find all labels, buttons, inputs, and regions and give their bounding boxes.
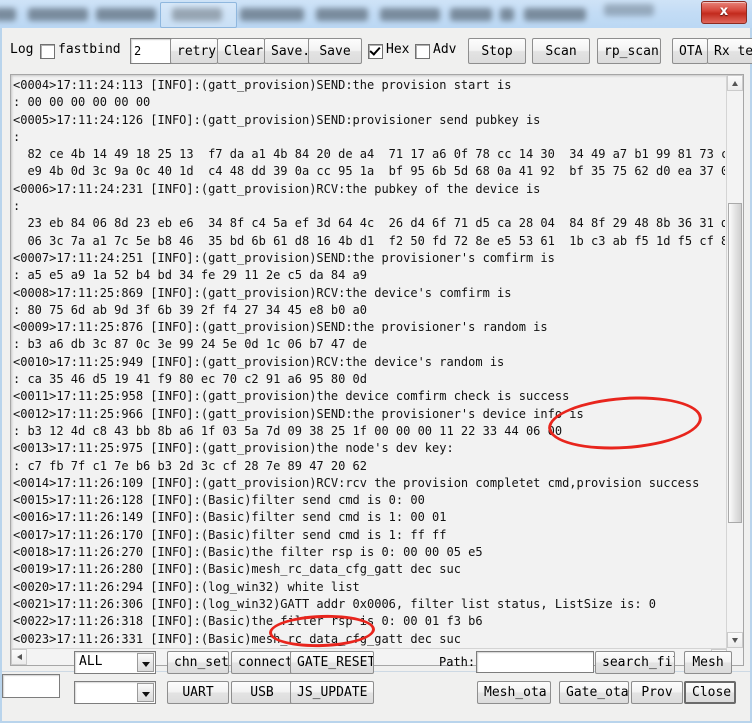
log-line: : [13, 129, 21, 144]
log-line: <0011>17:11:25:958 [INFO]:(gatt_provisio… [13, 389, 570, 404]
prov-button[interactable]: Prov [631, 681, 683, 704]
log-text: <0004>17:11:24:113 [INFO]:(gatt_provisio… [13, 77, 725, 647]
js-update-button[interactable]: JS_UPDATE [290, 681, 374, 704]
log-line: : ca 35 46 d5 19 41 f9 80 ec 70 c2 91 a6… [13, 372, 368, 387]
search-file-button[interactable]: search_file [595, 651, 675, 674]
chevron-down-icon-2[interactable] [137, 683, 154, 702]
log-label: Log [10, 42, 34, 57]
log-line: : b3 12 4d c8 43 bb 8b a6 1f 03 5a 7d 09… [13, 423, 563, 438]
log-line: : b3 a6 db 3c 87 0c 3e 99 24 5e 0d 1c 06… [13, 337, 368, 352]
window-close-icon[interactable]: x [701, 1, 747, 24]
save-button[interactable]: Save [308, 38, 362, 64]
adv-label: Adv [433, 42, 457, 57]
log-line: <0017>17:11:26:170 [INFO]:(Basic)filter … [13, 527, 447, 542]
log-line: <0016>17:11:26:149 [INFO]:(Basic)filter … [13, 510, 447, 525]
usb-button[interactable]: USB [231, 681, 293, 704]
title-text-redacted-8 [500, 8, 514, 21]
title-text-redacted-1 [28, 8, 88, 21]
log-line: : 00 00 00 00 00 00 [13, 95, 151, 110]
log-line: <0005>17:11:24:126 [INFO]:(gatt_provisio… [13, 112, 541, 127]
connect-button[interactable]: connect [231, 651, 293, 674]
log-line: <0015>17:11:26:128 [INFO]:(Basic)filter … [13, 493, 425, 508]
log-line: 23 eb 84 06 8d 23 eb e6 34 8f c4 5a ef 3… [13, 216, 725, 231]
ota-button[interactable]: OTA [672, 38, 708, 64]
log-line: <0019>17:11:26:280 [INFO]:(Basic)mesh_rc… [13, 562, 461, 577]
title-text-redacted-2 [96, 8, 156, 21]
log-line: e9 4b 0d 3c 9a 0c 40 1d c4 48 dd 39 0a c… [13, 164, 725, 179]
log-line: : c7 fb 7f c1 7e b6 b3 2d 3c cf 28 7e 89… [13, 458, 368, 473]
title-text-redacted-6 [380, 8, 440, 21]
chevron-down-icon[interactable] [137, 653, 154, 672]
log-line: <0004>17:11:24:113 [INFO]:(gatt_provisio… [13, 78, 512, 92]
scroll-up-icon[interactable] [727, 75, 743, 91]
device-select[interactable] [74, 681, 156, 704]
fastbind-checkbox[interactable] [40, 44, 55, 59]
command-input[interactable] [2, 674, 60, 698]
scan-button[interactable]: Scan [532, 38, 590, 64]
mode-select-value: ALL [79, 654, 103, 669]
rp-scan-button[interactable]: rp_scan [597, 38, 661, 64]
uart-button[interactable]: UART [167, 681, 229, 704]
log-output-panel[interactable]: <0004>17:11:24:113 [INFO]:(gatt_provisio… [10, 74, 744, 666]
title-bar: x [0, 0, 752, 29]
mesh-button[interactable]: Mesh [684, 651, 732, 674]
adv-checkbox[interactable] [415, 44, 430, 59]
log-line: 82 ce 4b 14 49 18 25 13 f7 da a1 4b 84 2… [13, 147, 725, 162]
log-line: <0022>17:11:26:318 [INFO]:(Basic)the fil… [13, 614, 483, 629]
close-button[interactable]: Close [684, 681, 736, 704]
log-line: <0014>17:11:26:109 [INFO]:(gatt_provisio… [13, 475, 700, 490]
rx-test-button[interactable]: Rx test [707, 38, 752, 64]
path-input[interactable] [476, 651, 594, 673]
title-text-redacted-4 [240, 8, 304, 21]
title-text-redacted-10 [604, 4, 654, 16]
fastbind-label: fastbind [58, 42, 121, 57]
log-line: <0012>17:11:25:966 [INFO]:(gatt_provisio… [13, 406, 584, 421]
toolbar: Log fastbind retry Clear Save... Save He… [2, 36, 752, 68]
log-line: 06 3c 7a a1 7c 5e b8 46 35 bd 6b 61 d8 1… [13, 233, 725, 248]
log-line: <0007>17:11:24:251 [INFO]:(gatt_provisio… [13, 250, 555, 265]
gate-reset-button[interactable]: GATE_RESET [290, 651, 374, 674]
clear-button[interactable]: Clear [217, 38, 265, 64]
mesh-ota-button[interactable]: Mesh_ota [477, 681, 551, 704]
log-line: <0013>17:11:25:975 [INFO]:(gatt_provisio… [13, 441, 454, 456]
log-line: : [13, 199, 21, 214]
stop-button[interactable]: Stop [468, 38, 526, 64]
hex-label: Hex [386, 42, 410, 57]
title-text-redacted-5 [316, 8, 368, 21]
title-text-redacted-0 [0, 8, 16, 21]
hex-checkbox[interactable] [368, 44, 383, 59]
title-text-redacted-9 [524, 8, 586, 21]
log-line: <0021>17:11:26:306 [INFO]:(log_win32)GAT… [13, 596, 656, 611]
mode-select[interactable]: ALL [74, 651, 156, 674]
log-vertical-scrollbar[interactable] [726, 75, 743, 665]
client-area: Log fastbind retry Clear Save... Save He… [0, 28, 752, 723]
title-selection-box [160, 2, 237, 28]
application-window: x Log fastbind retry Clear Save... Save … [0, 0, 752, 723]
path-label: Path: [439, 655, 476, 669]
log-line: : a5 e5 a9 1a 52 b4 bd 34 fe 29 11 2e c5… [13, 268, 368, 283]
log-line: <0020>17:11:26:294 [INFO]:(log_win32) wh… [13, 579, 360, 594]
chn-set-button[interactable]: chn_set [167, 651, 229, 674]
log-line: : 80 75 6d ab 9d 3f 6b 39 2f f4 27 34 45… [13, 302, 368, 317]
log-line: <0018>17:11:26:270 [INFO]:(Basic)the fil… [13, 545, 483, 560]
gate-ota-button[interactable]: Gate_ota [559, 681, 629, 704]
retry-button[interactable]: retry [170, 38, 218, 64]
log-line: <0008>17:11:25:869 [INFO]:(gatt_provisio… [13, 285, 512, 300]
log-line: <0009>17:11:25:876 [INFO]:(gatt_provisio… [13, 320, 548, 335]
log-line: <0006>17:11:24:231 [INFO]:(gatt_provisio… [13, 181, 541, 196]
vertical-scroll-thumb[interactable] [728, 203, 742, 523]
log-line: <0010>17:11:25:949 [INFO]:(gatt_provisio… [13, 354, 505, 369]
bottom-control-panel: ALL chn_set connect GATE_RESET UART USB … [2, 643, 750, 721]
title-text-redacted-7 [450, 8, 492, 21]
